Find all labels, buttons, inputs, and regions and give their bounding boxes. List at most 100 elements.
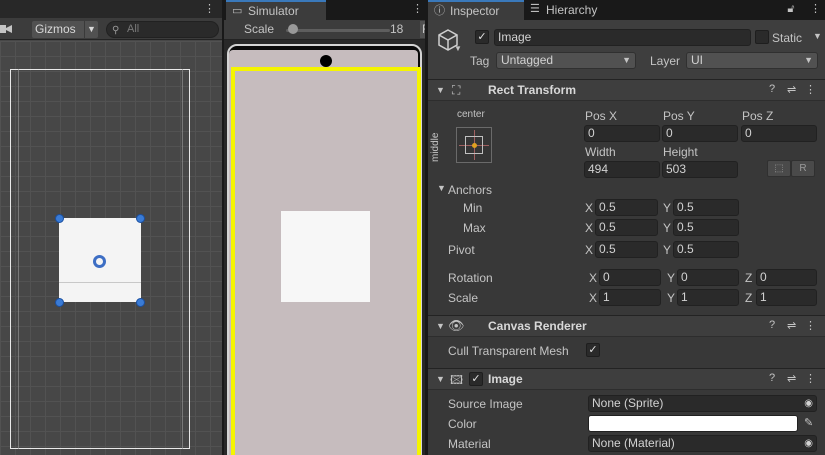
tab-simulator[interactable]: ▭ Simulator: [226, 0, 326, 20]
scene-search-input[interactable]: ⚲ All: [106, 21, 219, 38]
preset-icon[interactable]: ⇌: [787, 83, 796, 96]
resize-handle-top-right[interactable]: [136, 214, 145, 223]
material-label: Material: [448, 437, 491, 451]
camera-icon[interactable]: [0, 23, 14, 35]
chevron-down-icon[interactable]: ▼: [813, 31, 822, 41]
preset-icon[interactable]: ⇌: [787, 372, 796, 385]
tab-hierarchy-label: Hierarchy: [546, 3, 598, 17]
pos-z-field[interactable]: 0: [741, 125, 817, 142]
scale-z-field[interactable]: 1: [756, 289, 817, 306]
static-checkbox[interactable]: [755, 30, 769, 44]
scene-view-panel[interactable]: ⋮ Gizmos ▼ ⚲ All: [0, 0, 222, 455]
more-options-icon[interactable]: ⋮: [412, 2, 423, 16]
source-image-value: None (Sprite): [592, 396, 664, 410]
active-checkbox[interactable]: ✓: [475, 30, 489, 44]
scale-label: Scale: [448, 291, 479, 305]
scale-x-field[interactable]: 1: [599, 289, 661, 306]
scale-label: Scale: [244, 22, 275, 36]
more-options-icon[interactable]: ⋮: [204, 2, 215, 16]
y-label: Y: [663, 221, 672, 235]
foldout-arrow-icon[interactable]: ▼: [436, 321, 445, 331]
help-icon[interactable]: ?: [769, 319, 775, 331]
pos-x-label: Pos X: [585, 109, 618, 123]
anchor-max-y-field[interactable]: 0.5: [673, 219, 739, 236]
foldout-arrow-icon[interactable]: ▼: [437, 183, 446, 193]
inspector-tab-bar: ⓘ Inspector ☰ Hierarchy 🔓︎ ⋮: [428, 0, 825, 20]
resize-handle-bottom-right[interactable]: [136, 298, 145, 307]
help-icon[interactable]: ?: [769, 372, 775, 384]
gizmos-dropdown[interactable]: Gizmos ▼: [32, 21, 98, 38]
tag-dropdown[interactable]: Untagged ▼: [496, 52, 636, 69]
eyedropper-icon[interactable]: ✎: [804, 416, 813, 429]
info-icon: ⓘ: [434, 5, 445, 17]
pos-x-field[interactable]: 0: [584, 125, 660, 142]
source-image-field[interactable]: None (Sprite) ◉: [588, 395, 817, 412]
anchor-min-y-field[interactable]: 0.5: [673, 199, 739, 216]
resize-handle-top-left[interactable]: [55, 214, 64, 223]
component-header-actions: ? ⇌ ⋮: [769, 83, 817, 97]
more-options-icon[interactable]: ⋮: [805, 372, 816, 385]
width-label: Width: [585, 145, 616, 159]
pivot-y-field[interactable]: 0.5: [673, 241, 739, 258]
pivot-handle[interactable]: [93, 255, 106, 268]
anchor-preset-side-label: middle: [430, 132, 441, 162]
tab-hierarchy[interactable]: ☰ Hierarchy: [524, 0, 624, 20]
anchor-max-x-field[interactable]: 0.5: [595, 219, 658, 236]
chevron-down-icon: ▼: [804, 55, 813, 65]
material-value: None (Material): [592, 436, 675, 450]
tag-label: Tag: [470, 54, 490, 68]
anchor-presets-button[interactable]: [456, 127, 492, 163]
object-picker-icon[interactable]: ◉: [804, 436, 813, 451]
object-picker-icon[interactable]: ◉: [804, 396, 813, 411]
height-field[interactable]: 503: [662, 161, 738, 178]
tag-value: Untagged: [501, 53, 554, 67]
device-notch: [320, 55, 332, 67]
image-enabled-checkbox[interactable]: ✓: [469, 372, 483, 386]
fit-button[interactable]: F: [420, 21, 425, 38]
more-options-icon[interactable]: ⋮: [805, 319, 816, 332]
rotation-y-field[interactable]: 0: [677, 269, 739, 286]
scale-y-field[interactable]: 1: [677, 289, 739, 306]
more-options-icon[interactable]: ⋮: [805, 83, 816, 96]
anchor-min-x-field[interactable]: 0.5: [595, 199, 658, 216]
chevron-down-icon: ▼: [622, 55, 631, 65]
object-name-field[interactable]: Image: [494, 29, 751, 46]
image-component-header[interactable]: ▼ 🖾︎ ✓ Image ? ⇌ ⋮: [428, 368, 825, 390]
cull-transparent-mesh-checkbox[interactable]: ✓: [586, 343, 600, 357]
rotation-z-field[interactable]: 0: [756, 269, 817, 286]
cull-transparent-mesh-label: Cull Transparent Mesh: [448, 344, 569, 358]
resize-handle-bottom-left[interactable]: [55, 298, 64, 307]
rect-transform-header[interactable]: ▼ ⛶ Rect Transform ? ⇌ ⋮: [428, 79, 825, 101]
pivot-x-field[interactable]: 0.5: [595, 241, 658, 258]
rotation-label: Rotation: [448, 271, 493, 285]
rotation-x-field[interactable]: 0: [599, 269, 661, 286]
scale-slider[interactable]: [286, 29, 390, 32]
anchor-max-label: Max: [463, 221, 486, 235]
foldout-arrow-icon[interactable]: ▼: [436, 374, 445, 384]
anchor-preset-top-label: center: [457, 109, 485, 120]
x-label: X: [585, 201, 594, 215]
more-options-icon[interactable]: ⋮: [810, 2, 821, 16]
rect-transform-title: Rect Transform: [488, 83, 577, 97]
image-component-title: Image: [488, 372, 523, 386]
x-label: X: [585, 243, 594, 257]
raw-edit-button[interactable]: R: [791, 160, 815, 177]
chevron-down-icon[interactable]: ▼: [84, 21, 98, 38]
color-field[interactable]: [588, 415, 798, 432]
pos-y-field[interactable]: 0: [662, 125, 738, 142]
source-image-label: Source Image: [448, 397, 523, 411]
layer-dropdown[interactable]: UI ▼: [686, 52, 818, 69]
scene-tab-bar: ⋮: [0, 0, 222, 18]
canvas-renderer-header[interactable]: ▼ 👁︎ Canvas Renderer ? ⇌ ⋮: [428, 315, 825, 337]
width-field[interactable]: 494: [584, 161, 660, 178]
canvas-renderer-title: Canvas Renderer: [488, 319, 587, 333]
blueprint-mode-button[interactable]: ⬚: [767, 160, 791, 177]
foldout-arrow-icon[interactable]: ▼: [436, 85, 445, 95]
preset-icon[interactable]: ⇌: [787, 319, 796, 332]
y-label: Y: [663, 243, 672, 257]
material-field[interactable]: None (Material) ◉: [588, 435, 817, 452]
help-icon[interactable]: ?: [769, 83, 775, 95]
chevron-down-icon[interactable]: ▼: [454, 44, 462, 53]
lock-icon[interactable]: 🔓︎: [786, 2, 796, 16]
tab-inspector[interactable]: ⓘ Inspector: [428, 0, 524, 20]
